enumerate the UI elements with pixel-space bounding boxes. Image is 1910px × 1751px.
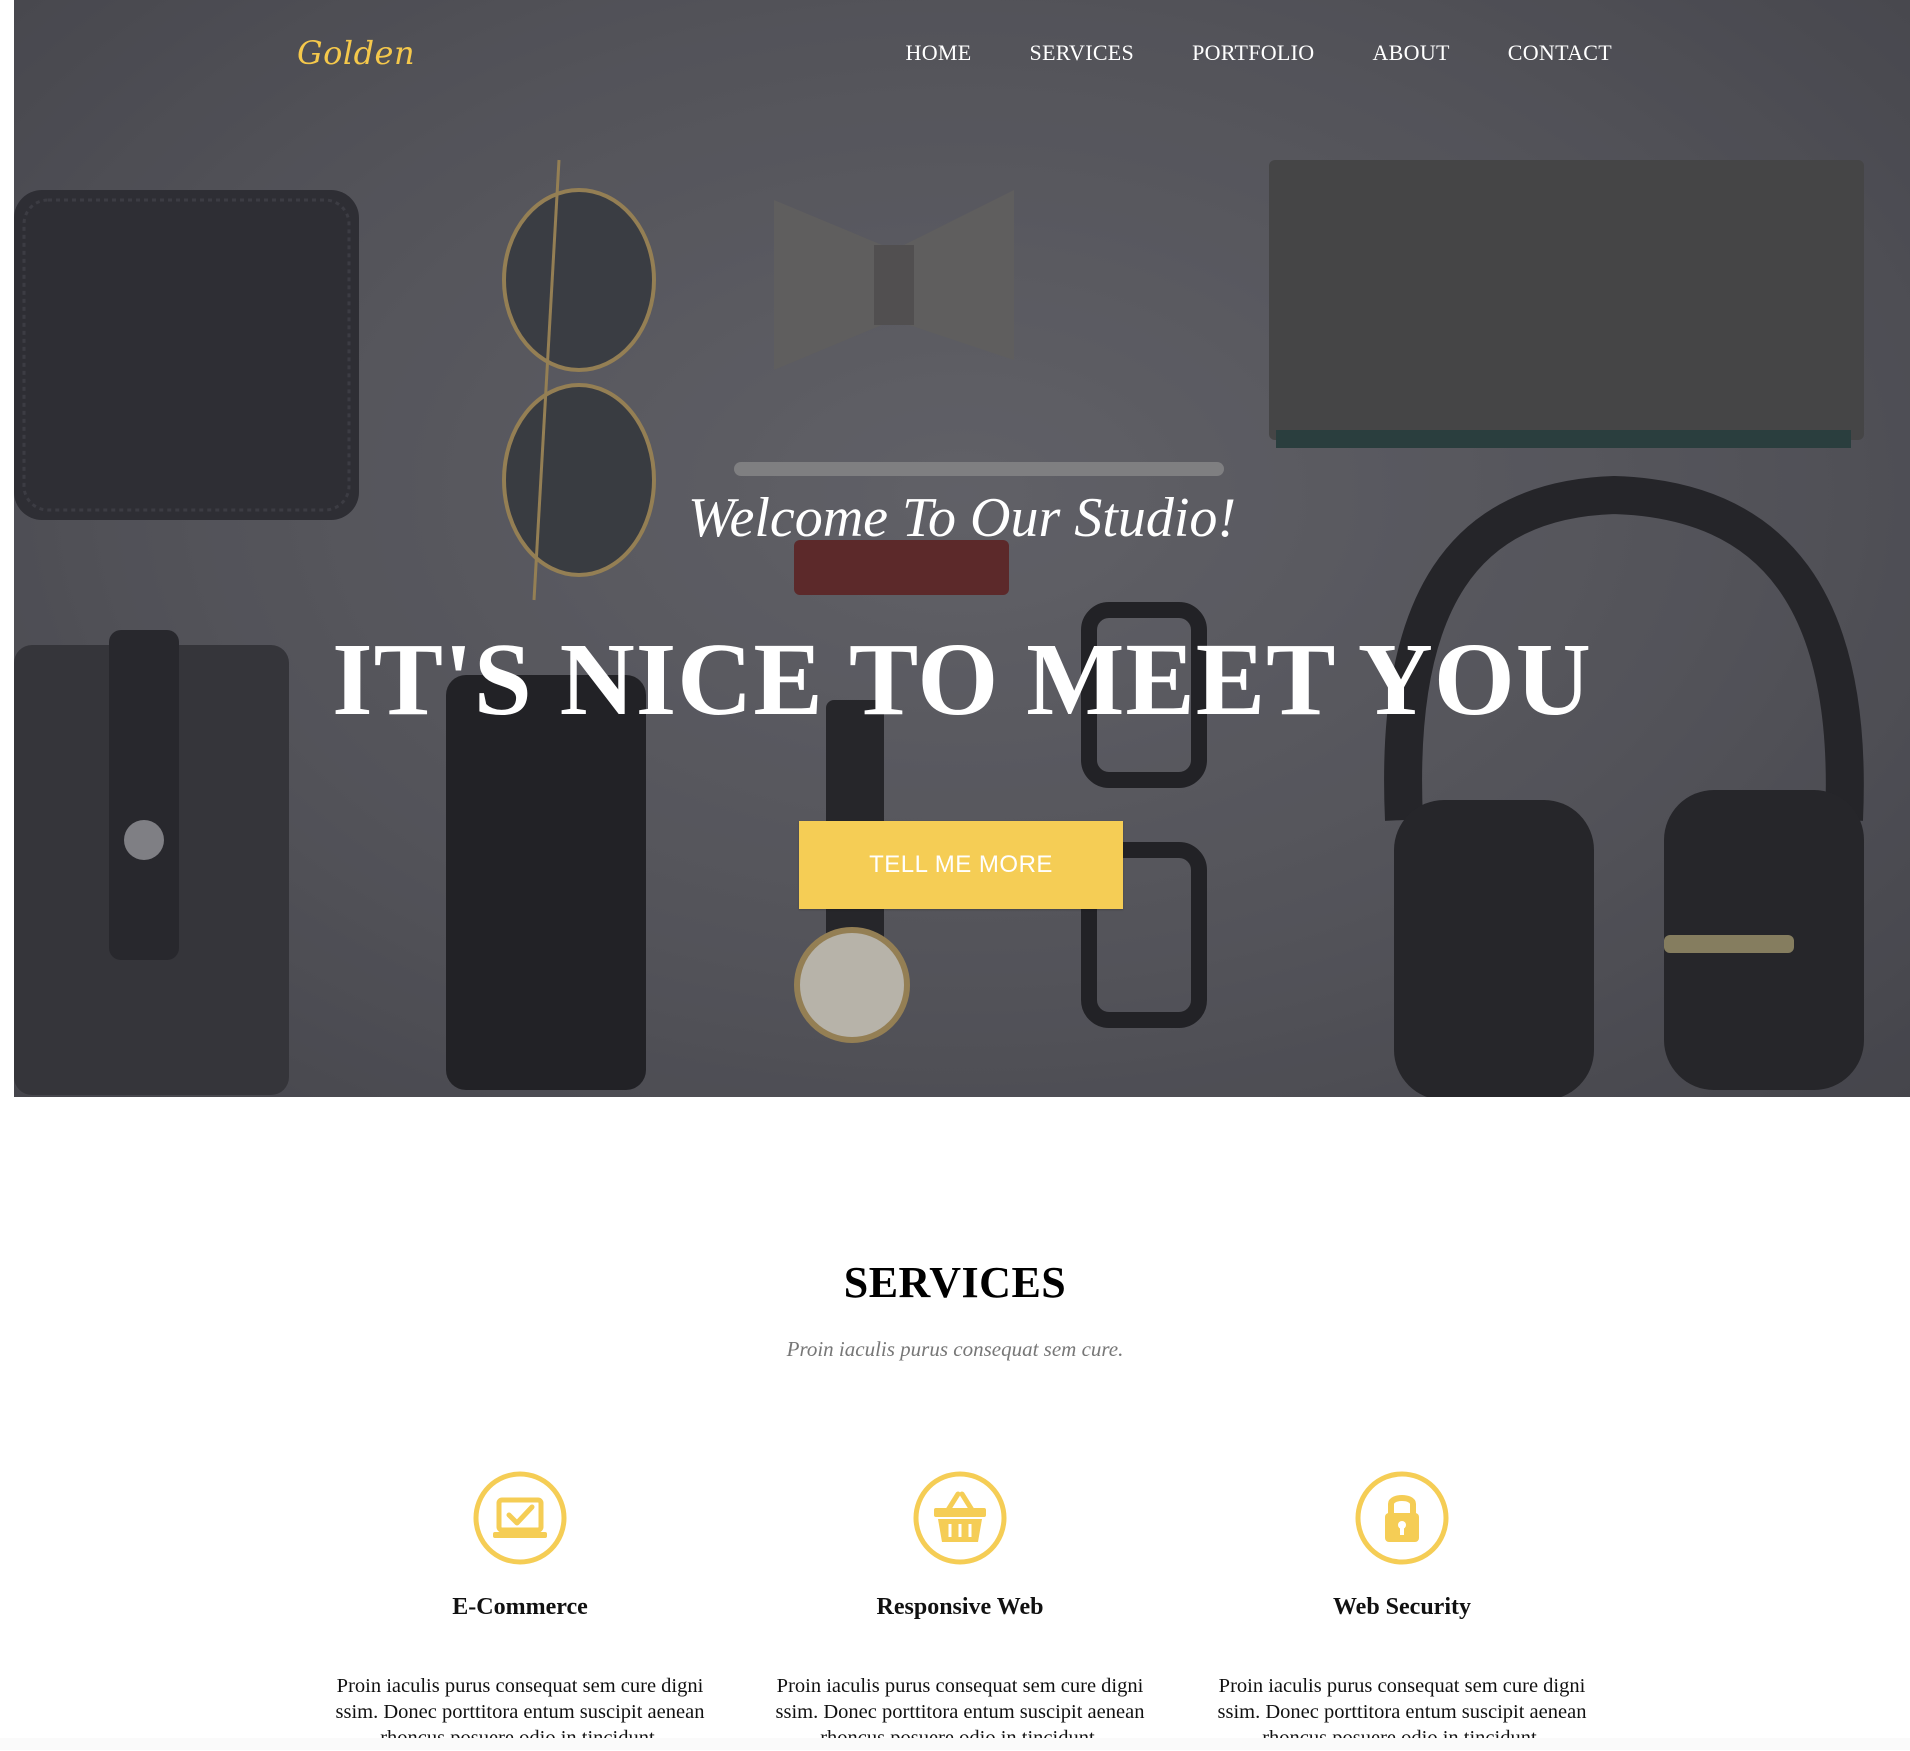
service-card-web-security: Web Security Proin iaculis purus consequ… xyxy=(1202,1470,1602,1751)
hero-welcome-text: Welcome To Our Studio! xyxy=(687,487,1237,549)
services-subtitle: Proin iaculis purus consequat sem cure. xyxy=(786,1337,1124,1361)
service-card-responsive-web: Responsive Web Proin iaculis purus conse… xyxy=(760,1470,1160,1751)
nav-portfolio[interactable]: PORTFOLIO xyxy=(1192,40,1314,66)
tell-me-more-button[interactable]: TELL ME MORE xyxy=(799,821,1123,909)
hero-headline: IT'S NICE TO MEET YOU xyxy=(332,622,1592,737)
shopping-basket-icon xyxy=(912,1470,1008,1566)
page-bottom-divider xyxy=(0,1738,1910,1750)
laptop-check-icon xyxy=(472,1470,568,1566)
nav-about[interactable]: ABOUT xyxy=(1372,40,1449,66)
top-navbar: Golden HOME SERVICES PORTFOLIO ABOUT CON… xyxy=(14,0,1910,110)
service-card-ecommerce: E-Commerce Proin iaculis purus consequat… xyxy=(320,1470,720,1751)
lock-icon xyxy=(1354,1470,1450,1566)
nav-contact[interactable]: CONTACT xyxy=(1508,40,1612,66)
site-logo[interactable]: Golden xyxy=(297,34,415,72)
service-name: Responsive Web xyxy=(876,1594,1044,1620)
service-name: Web Security xyxy=(1333,1594,1471,1620)
main-menu: HOME SERVICES PORTFOLIO ABOUT CONTACT xyxy=(906,40,1612,66)
nav-services[interactable]: SERVICES xyxy=(1030,40,1135,66)
hero-section: Golden HOME SERVICES PORTFOLIO ABOUT CON… xyxy=(14,0,1910,1097)
services-title: SERVICES xyxy=(843,1258,1067,1307)
service-name: E-Commerce xyxy=(452,1594,588,1620)
nav-home[interactable]: HOME xyxy=(906,40,972,66)
